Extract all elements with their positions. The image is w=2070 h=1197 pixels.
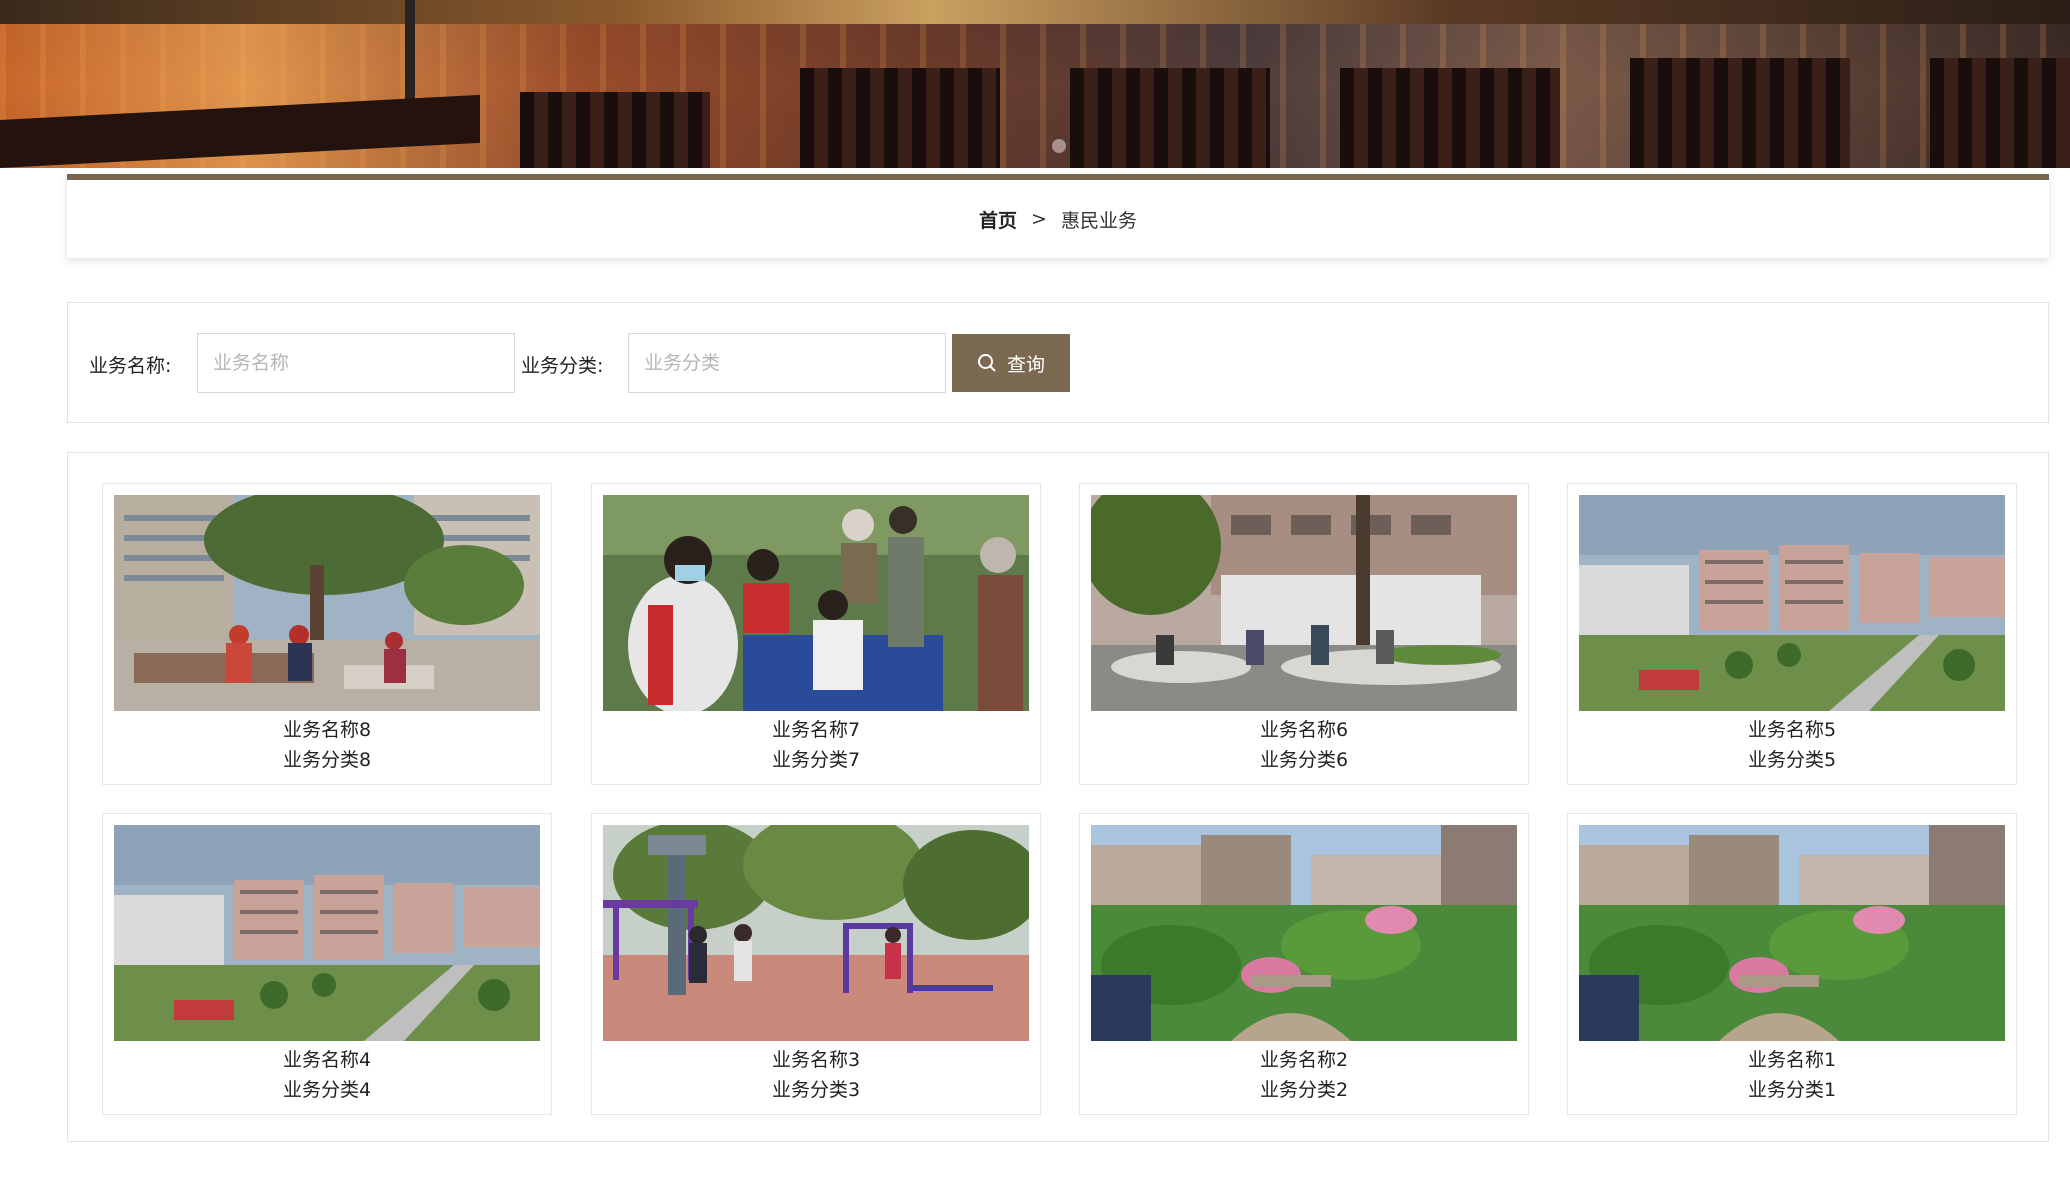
business-card[interactable]: 业务名称8 业务分类8: [102, 483, 552, 785]
business-name-input[interactable]: [197, 333, 515, 393]
search-icon: [977, 354, 996, 372]
business-image: [1579, 825, 2005, 1041]
business-category: 业务分类7: [771, 749, 861, 771]
business-card[interactable]: 业务名称4 业务分类4: [102, 813, 552, 1115]
banner-railing: [800, 68, 1000, 168]
breadcrumb-home-link[interactable]: 首页: [979, 206, 1017, 233]
search-button-label: 查询: [1006, 353, 1045, 376]
banner-railing: [1340, 68, 1560, 168]
business-category: 业务分类5: [1747, 749, 1837, 771]
search-form: 业务名称: 业务分类: 查询: [67, 302, 2049, 423]
banner-sky: [0, 0, 2070, 24]
search-button[interactable]: 查询: [952, 334, 1070, 392]
business-image: [1091, 495, 1517, 711]
business-category-input[interactable]: [628, 333, 946, 393]
business-card[interactable]: 业务名称7 业务分类7: [591, 483, 1041, 785]
business-grid: 业务名称8 业务分类8 业务名称7 业务分类7 业务名称6 业务分类6 业务名称…: [67, 452, 2049, 1142]
business-card[interactable]: 业务名称3 业务分类3: [591, 813, 1041, 1115]
business-card[interactable]: 业务名称6 业务分类6: [1079, 483, 1529, 785]
business-category: 业务分类8: [282, 749, 372, 771]
business-name: 业务名称6: [1259, 719, 1349, 741]
banner-railing: [520, 92, 710, 168]
business-name: 业务名称2: [1259, 1049, 1349, 1071]
business-category: 业务分类6: [1259, 749, 1349, 771]
carousel-dot[interactable]: [1052, 139, 1066, 153]
banner-railing: [1630, 58, 1850, 168]
business-image: [1579, 495, 2005, 711]
banner-railing: [1930, 58, 2070, 168]
business-category-label: 业务分类:: [521, 355, 604, 377]
business-image: [603, 495, 1029, 711]
business-name: 业务名称8: [282, 719, 372, 741]
business-image: [1091, 825, 1517, 1041]
business-name-label: 业务名称:: [89, 355, 172, 377]
business-name: 业务名称7: [771, 719, 861, 741]
business-image: [114, 825, 540, 1041]
business-card[interactable]: 业务名称2 业务分类2: [1079, 813, 1529, 1115]
business-category: 业务分类3: [771, 1079, 861, 1101]
breadcrumb-current: 惠民业务: [1060, 209, 1137, 232]
business-card[interactable]: 业务名称1 业务分类1: [1567, 813, 2017, 1115]
banner-railing: [1070, 68, 1270, 168]
business-category: 业务分类4: [282, 1079, 372, 1101]
business-card[interactable]: 业务名称5 业务分类5: [1567, 483, 2017, 785]
top-banner: [0, 0, 2070, 168]
business-name: 业务名称1: [1747, 1049, 1837, 1071]
business-category: 业务分类2: [1259, 1079, 1349, 1101]
business-name: 业务名称5: [1747, 719, 1837, 741]
business-category: 业务分类1: [1747, 1079, 1837, 1101]
business-name: 业务名称3: [771, 1049, 861, 1071]
breadcrumb-separator: >: [1031, 208, 1047, 230]
business-image: [603, 825, 1029, 1041]
business-image: [114, 495, 540, 711]
breadcrumb: 首页 > 惠民业务: [67, 174, 2049, 258]
business-name: 业务名称4: [282, 1049, 372, 1071]
